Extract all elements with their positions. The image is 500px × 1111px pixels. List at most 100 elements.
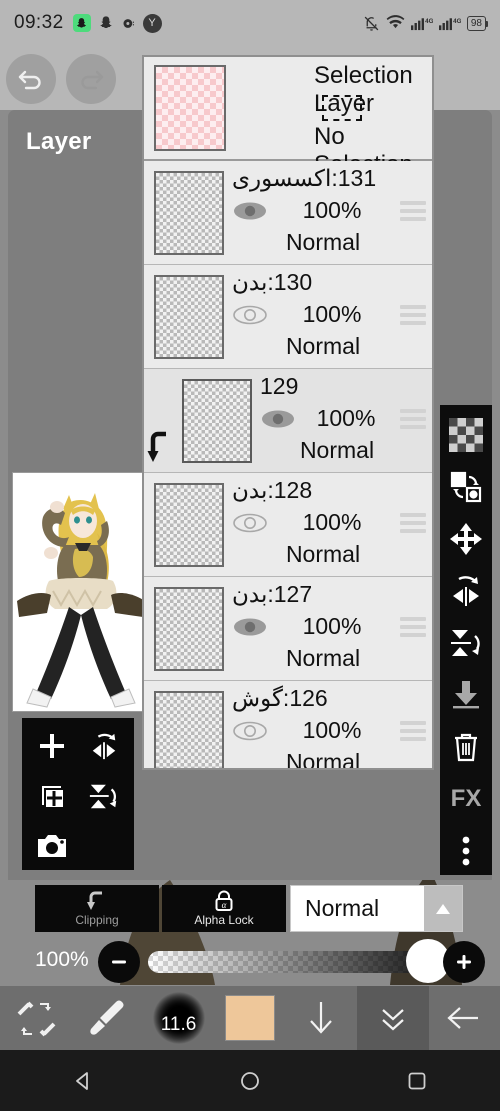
brush-eraser-swap-button[interactable]	[0, 986, 71, 1050]
battery-indicator: 98	[466, 15, 489, 31]
layer-row[interactable]: 127:بدن 100% Normal	[144, 577, 432, 681]
merge-down-icon[interactable]	[446, 675, 486, 715]
selection-layer-info: Selection Layer No Selection	[226, 57, 432, 178]
layer-name: 128:بدن	[232, 477, 313, 503]
character-artwork	[13, 473, 147, 711]
layer-menu-icon[interactable]	[400, 720, 426, 741]
redo-icon	[81, 70, 104, 90]
clipping-button[interactable]: Clipping	[35, 885, 159, 932]
undo-button[interactable]	[6, 54, 56, 104]
layer-blend-mode: Normal	[285, 229, 361, 255]
layer-blend-mode: Normal	[285, 749, 361, 770]
status-time: 09:32	[14, 12, 64, 33]
layer-thumbnail	[154, 170, 224, 255]
opacity-decrease-button[interactable]	[98, 941, 140, 983]
alpha-lock-button[interactable]: α Alpha Lock	[162, 885, 286, 932]
brush-size-indicator: 11.6	[152, 992, 205, 1044]
redo-button[interactable]	[66, 54, 116, 104]
visibility-eye-icon[interactable]	[232, 616, 268, 638]
undo-icon	[18, 70, 41, 90]
layer-row[interactable]: 128:بدن 100% Normal	[144, 473, 432, 577]
layer-row[interactable]: 126:گوش 100% Normal	[144, 681, 432, 770]
layer-opacity: 100%	[302, 197, 362, 223]
layer-name: 130:بدن	[232, 269, 313, 295]
more-options-icon[interactable]	[446, 831, 486, 871]
brush-size-button[interactable]: 11.6	[143, 986, 214, 1050]
blend-controls-bar: Clipping α Alpha Lock Normal	[0, 882, 500, 935]
opacity-slider-gradient	[148, 951, 438, 973]
bottom-toolbar: 11.6	[0, 986, 500, 1050]
color-swatch-button[interactable]	[214, 986, 285, 1050]
blend-mode-select[interactable]: Normal	[290, 885, 463, 932]
collapse-panel-button[interactable]	[357, 986, 429, 1050]
layer-menu-icon[interactable]	[400, 200, 426, 221]
svg-text:α: α	[222, 900, 227, 910]
double-chevron-down-icon	[382, 1009, 404, 1031]
brush-tool-button[interactable]	[71, 986, 142, 1050]
layer-blend-mode: Normal	[285, 541, 361, 567]
flip-horizontal-icon[interactable]	[446, 571, 486, 611]
status-bar: 09:32 Y 4G 4G 98	[0, 0, 500, 46]
alpha-lock-icon: α	[215, 890, 233, 911]
camera-import-icon[interactable]	[28, 824, 76, 868]
signal-4g-icon-2: 4G	[438, 18, 461, 31]
svg-text:4G: 4G	[453, 18, 461, 25]
visibility-eye-icon[interactable]	[232, 512, 268, 534]
nav-home-button[interactable]	[167, 1070, 334, 1092]
visibility-eye-icon[interactable]	[232, 200, 268, 222]
layer-name: 131:اکسسوری	[232, 165, 377, 191]
transparency-checker-icon[interactable]	[446, 415, 486, 455]
y-app-icon: Y	[142, 13, 162, 33]
status-system-icons: 4G 4G 98	[363, 15, 489, 32]
opacity-increase-button[interactable]	[443, 941, 485, 983]
flip-vertical-icon[interactable]	[80, 774, 128, 818]
layer-menu-icon[interactable]	[400, 512, 426, 533]
nav-home-icon	[241, 1071, 259, 1090]
android-nav-bar	[0, 1050, 500, 1111]
move-icon[interactable]	[446, 519, 486, 559]
layer-blend-mode: Normal	[285, 645, 361, 671]
ghost-icon	[99, 16, 112, 28]
canvas-preview-thumbnail[interactable]	[12, 472, 148, 712]
transform-swap-icon[interactable]	[446, 467, 486, 507]
back-button[interactable]	[429, 986, 500, 1050]
visibility-eye-icon[interactable]	[232, 720, 268, 742]
duplicate-layer-icon[interactable]	[28, 774, 76, 818]
layer-thumbnail	[154, 482, 224, 567]
layer-thumbnail	[182, 378, 252, 463]
add-layer-icon[interactable]	[28, 724, 76, 768]
layer-row[interactable]: 131:اکسسوری 100% Normal	[144, 161, 432, 265]
layer-thumbnail	[154, 274, 224, 359]
opacity-bar: 100%	[0, 938, 500, 986]
layer-row[interactable]: 130:بدن 100% Normal	[144, 265, 432, 369]
nav-back-button[interactable]	[0, 1070, 167, 1092]
selection-layer-row[interactable]: Selection Layer No Selection	[144, 57, 432, 178]
signal-4g-icon: 4G	[410, 18, 433, 31]
layer-menu-icon[interactable]	[400, 304, 426, 325]
layer-menu-icon[interactable]	[400, 616, 426, 637]
layer-blend-mode: Normal	[299, 437, 375, 463]
layer-row-selected[interactable]: 129 100% Normal	[144, 369, 432, 473]
visibility-eye-icon[interactable]	[232, 304, 268, 326]
layer-blend-mode: Normal	[285, 333, 361, 359]
nav-back-icon	[76, 1071, 89, 1090]
flip-horizontal-icon[interactable]	[80, 724, 128, 768]
download-button[interactable]	[286, 986, 357, 1050]
svg-text:4G: 4G	[425, 18, 433, 25]
delete-layer-icon[interactable]	[446, 727, 486, 767]
flip-vertical-icon[interactable]	[446, 623, 486, 663]
chevron-up-icon[interactable]	[424, 886, 462, 931]
color-swatch	[224, 995, 275, 1041]
fx-icon[interactable]: FX	[446, 779, 486, 819]
clipping-label: Clipping	[75, 913, 119, 927]
opacity-slider-track[interactable]	[148, 951, 438, 973]
layer-list[interactable]: Selection Layer No Selection 131:اکسسوری…	[142, 55, 434, 770]
silent-icon	[364, 16, 379, 31]
layer-menu-icon[interactable]	[400, 408, 426, 429]
visibility-eye-icon[interactable]	[260, 408, 296, 430]
nav-recents-button[interactable]	[333, 1070, 500, 1092]
brush-eraser-swap-icon	[17, 1001, 56, 1037]
snapchat-icon	[72, 14, 91, 32]
opacity-value: 100%	[35, 948, 89, 971]
layer-name: 129	[260, 373, 299, 399]
